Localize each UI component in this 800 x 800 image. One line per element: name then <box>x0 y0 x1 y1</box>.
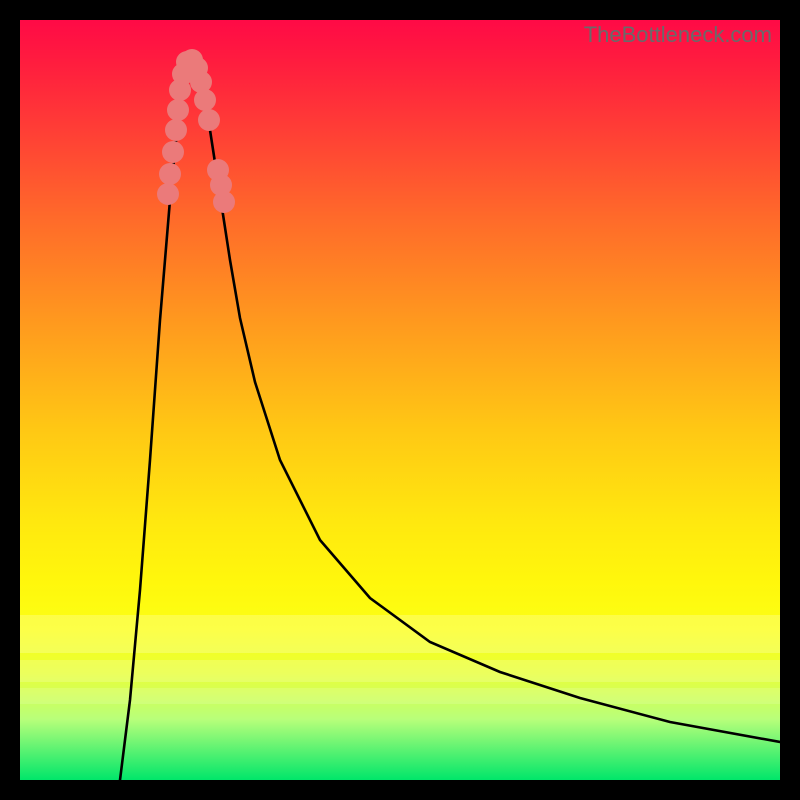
marker-group <box>157 49 235 213</box>
marker-dot <box>157 183 179 205</box>
marker-dot <box>213 191 235 213</box>
marker-dot <box>159 163 181 185</box>
marker-dot <box>162 141 184 163</box>
marker-dot <box>198 109 220 131</box>
chart-svg <box>20 20 780 780</box>
marker-dot <box>165 119 187 141</box>
plot-area: TheBottleneck.com <box>20 20 780 780</box>
marker-dot <box>194 89 216 111</box>
marker-dot <box>167 99 189 121</box>
